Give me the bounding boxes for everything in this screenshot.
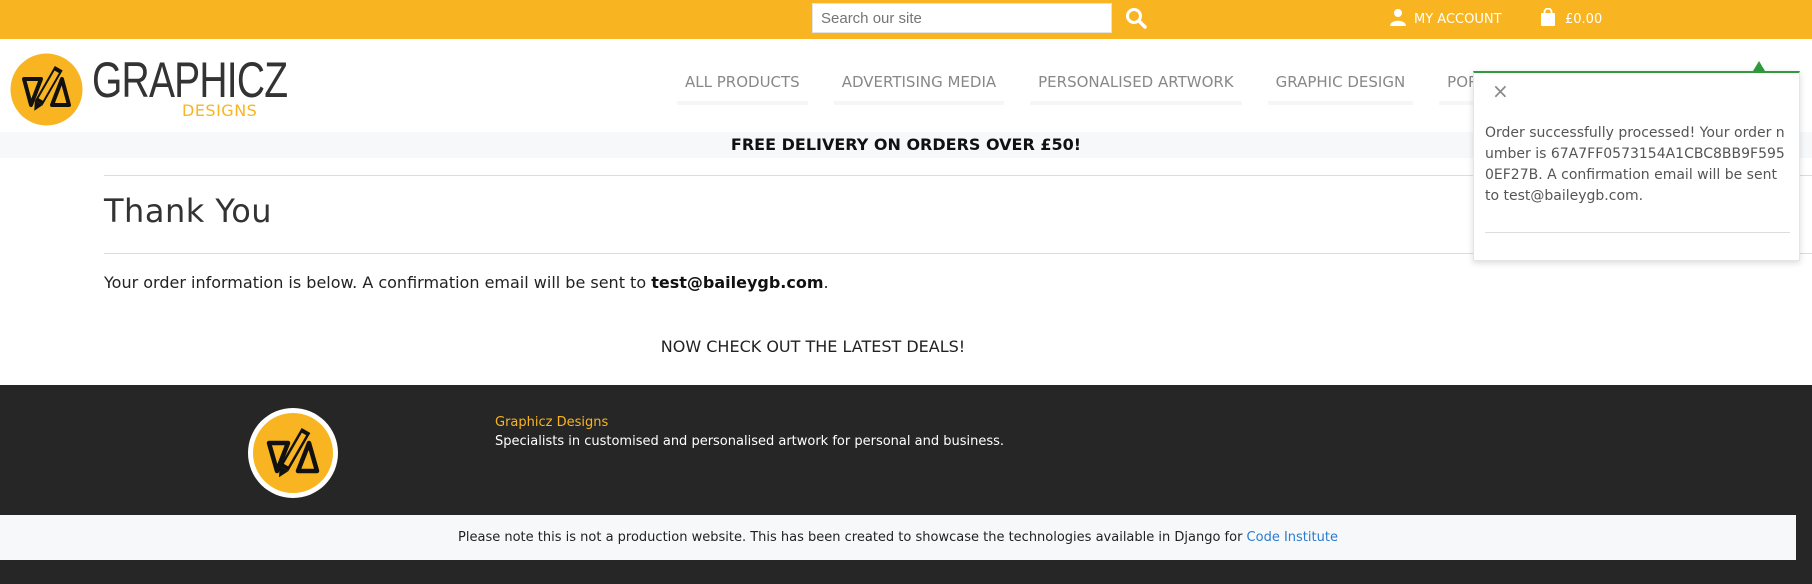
footer-tagline: Specialists in customised and personalis… — [495, 434, 1005, 449]
latest-deals-link[interactable]: NOW CHECK OUT THE LATEST DEALS! — [0, 337, 1626, 356]
nav-all-products[interactable]: ALL PRODUCTS — [677, 73, 808, 105]
logo-icon[interactable] — [10, 53, 83, 126]
confirmation-email: test@baileygb.com — [651, 273, 824, 292]
code-institute-link[interactable]: Code Institute — [1247, 530, 1338, 545]
main-nav: ALL PRODUCTS ADVERTISING MEDIA PERSONALI… — [677, 73, 1512, 105]
disclaimer-note: Please note this is not a production web… — [0, 515, 1796, 560]
brand-name: GRAPHICZ — [92, 52, 288, 108]
brand-subtitle: DESIGNS — [182, 101, 258, 120]
footer-brand-name: Graphicz Designs — [495, 415, 609, 430]
search-icon[interactable] — [1124, 6, 1148, 30]
order-info-prefix: Your order information is below. A confi… — [104, 273, 652, 292]
nav-graphic-design[interactable]: GRAPHIC DESIGN — [1267, 73, 1414, 105]
my-account-label: MY ACCOUNT — [1414, 11, 1502, 27]
my-account-link[interactable]: MY ACCOUNT — [1390, 8, 1502, 30]
toast-message: Order successfully processed! Your order… — [1485, 125, 1785, 204]
user-icon — [1390, 8, 1406, 30]
close-icon[interactable]: × — [1492, 79, 1509, 103]
toast-divider — [1485, 232, 1790, 233]
success-toast: × Order successfully processed! Your ord… — [1473, 71, 1800, 261]
shopping-bag-icon — [1541, 7, 1555, 30]
site-footer: Graphicz Designs Specialists in customis… — [0, 385, 1812, 584]
nav-personalised-artwork[interactable]: PERSONALISED ARTWORK — [1030, 73, 1242, 105]
page-title: Thank You — [104, 192, 273, 230]
footer-logo-icon — [247, 407, 339, 499]
order-info-text: Your order information is below. A confi… — [104, 273, 829, 292]
nav-advertising-media[interactable]: ADVERTISING MEDIA — [833, 73, 1005, 105]
disclaimer-text: Please note this is not a production web… — [458, 530, 1247, 545]
order-info-suffix: . — [823, 273, 829, 292]
search-input[interactable] — [812, 3, 1112, 33]
shopping-bag-link[interactable]: £0.00 — [1541, 7, 1603, 30]
top-bar: MY ACCOUNT £0.00 — [0, 0, 1812, 39]
bag-total: £0.00 — [1565, 11, 1603, 27]
toast-arrow — [1753, 61, 1765, 71]
